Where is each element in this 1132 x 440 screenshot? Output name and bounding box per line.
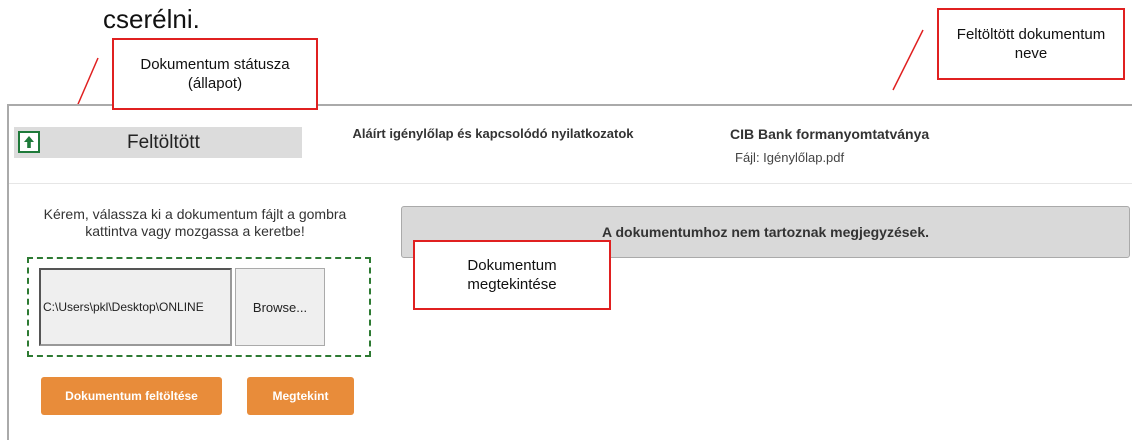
upload-instructions: Kérem, válassza ki a dokumentum fájlt a …	[43, 206, 347, 239]
divider	[9, 183, 1132, 184]
document-type-title: Aláírt igénylőlap és kapcsolódó nyilatko…	[352, 126, 634, 141]
upload-document-button[interactable]: Dokumentum feltöltése	[41, 377, 222, 415]
callout-document-status: Dokumentum státusza (állapot)	[112, 38, 318, 110]
form-name: CIB Bank formanyomtatványa	[730, 126, 930, 142]
callout-document-preview: Dokumentum megtekintése	[413, 240, 611, 310]
upload-arrow-icon	[18, 131, 40, 153]
browse-button[interactable]: Browse...	[235, 268, 325, 346]
status-label: Feltöltött	[127, 132, 200, 153]
document-heading-fragment: cserélni.	[103, 4, 200, 34]
file-path-input[interactable]: C:\Users\pkl\Desktop\ONLINE	[39, 268, 232, 346]
uploaded-file-name: Fájl: Igénylőlap.pdf	[735, 150, 845, 165]
view-document-button[interactable]: Megtekint	[247, 377, 354, 415]
callout-uploaded-filename: Feltöltött dokumentum neve	[937, 8, 1125, 80]
